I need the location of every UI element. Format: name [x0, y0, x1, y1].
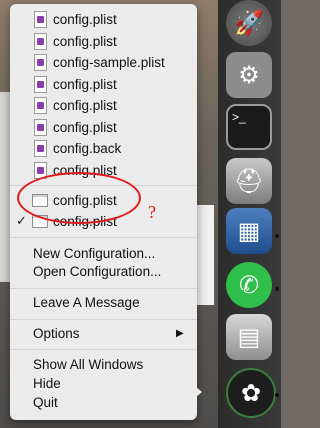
menu-item-label: Hide	[33, 376, 61, 391]
virtualbox-icon[interactable]: ▦	[226, 208, 272, 254]
rocket-icon[interactable]: 🚀	[226, 0, 272, 46]
checkmark-icon: ✓	[16, 213, 27, 228]
menu-separator	[10, 349, 197, 350]
menu-separator	[10, 237, 197, 238]
plist-file-icon	[34, 54, 47, 71]
menu-pointer	[190, 382, 202, 402]
annotation-circle	[17, 172, 141, 224]
show-all-windows-item[interactable]: Show All Windows	[10, 354, 197, 375]
recent-file-item[interactable]: config.plist	[10, 117, 197, 138]
plist-file-icon	[34, 33, 47, 50]
recent-file-item[interactable]: config.plist	[10, 9, 197, 30]
menu-separator	[10, 288, 197, 289]
options-item[interactable]: Options ▶	[10, 323, 197, 344]
terminal-icon[interactable]: >_	[226, 104, 272, 150]
calculator-icon[interactable]: ▤	[226, 314, 272, 360]
recent-file-item[interactable]: config.back	[10, 138, 197, 159]
menu-item-label: config.plist	[53, 12, 117, 27]
menu-item-label: config-sample.plist	[53, 55, 165, 70]
hide-item[interactable]: Hide	[10, 373, 197, 394]
leave-message-item[interactable]: Leave A Message	[10, 292, 197, 313]
disk-utility-icon[interactable]: ⛑	[226, 158, 272, 204]
menu-item-label: Options	[33, 326, 80, 341]
running-indicator	[275, 234, 279, 238]
quit-item[interactable]: Quit	[10, 392, 197, 413]
menu-item-label: config.plist	[53, 98, 117, 113]
menu-separator	[10, 319, 197, 320]
menu-item-label: config.plist	[53, 34, 117, 49]
submenu-arrow-icon: ▶	[176, 328, 184, 339]
plist-file-icon	[34, 140, 47, 157]
plist-file-icon	[34, 76, 47, 93]
menu-item-label: config.back	[53, 141, 122, 156]
plist-file-icon	[34, 119, 47, 136]
menu-item-label: Show All Windows	[33, 357, 144, 372]
running-indicator	[275, 393, 279, 397]
recent-file-item[interactable]: config.plist	[10, 31, 197, 52]
menu-item-label: Leave A Message	[33, 295, 140, 310]
whatsapp-icon[interactable]: ✆	[226, 262, 272, 308]
recent-file-item[interactable]: config-sample.plist	[10, 52, 197, 73]
running-indicator	[275, 287, 279, 291]
recent-file-item[interactable]: config.plist	[10, 95, 197, 116]
menu-item-label: Quit	[33, 395, 58, 410]
plist-file-icon	[34, 97, 47, 114]
plist-file-icon	[34, 11, 47, 28]
app-icon[interactable]: ✿	[226, 368, 276, 418]
menu-item-label: config.plist	[53, 77, 117, 92]
open-configuration-item[interactable]: Open Configuration...	[10, 261, 197, 282]
menu-item-label: Open Configuration...	[33, 264, 162, 279]
annotation-question-mark: ?	[148, 202, 156, 222]
system-preferences-icon[interactable]: ⚙	[226, 52, 272, 98]
recent-file-item[interactable]: config.plist	[10, 74, 197, 95]
menu-item-label: New Configuration...	[33, 246, 156, 261]
menu-item-label: config.plist	[53, 120, 117, 135]
